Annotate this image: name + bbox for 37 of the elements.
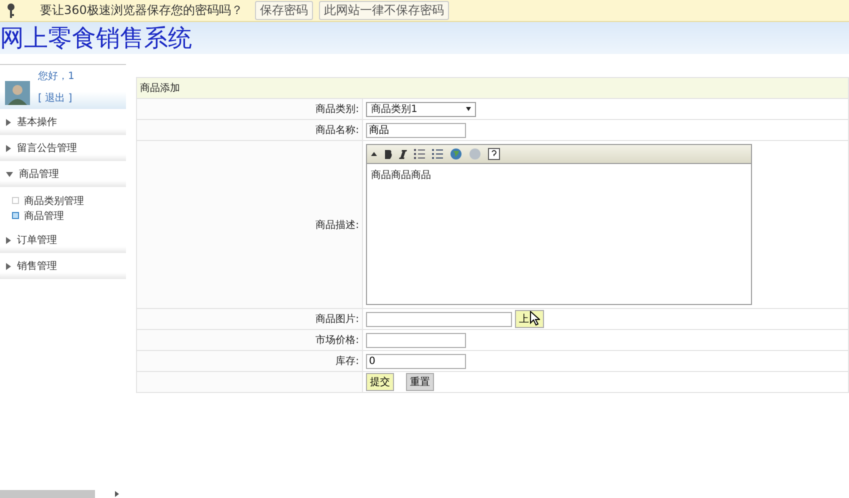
scrollbar-thumb[interactable]	[0, 490, 95, 498]
editor-text: 商品商品商品	[370, 168, 432, 183]
field-label: 商品描述:	[136, 140, 362, 308]
scroll-right-icon[interactable]	[115, 491, 119, 497]
globe-link-icon[interactable]	[450, 148, 462, 160]
user-greeting: 您好，1	[38, 70, 76, 83]
sidebar-subitem[interactable]: 商品类别管理	[0, 193, 126, 208]
password-button[interactable]: 此网站一律不保存密码	[318, 1, 449, 20]
field-label: 商品图片:	[136, 308, 362, 330]
password-button[interactable]: 保存密码	[254, 1, 313, 20]
italic-icon[interactable]	[399, 150, 407, 158]
numbered-list-icon[interactable]	[414, 149, 425, 159]
key-icon	[6, 2, 16, 18]
site-title: 网上零食销售系统	[0, 23, 192, 54]
cursor-icon	[530, 311, 540, 326]
collapse-icon[interactable]	[371, 152, 377, 156]
file-path-field[interactable]	[366, 312, 512, 327]
field-label: 商品名称:	[136, 120, 362, 140]
form-title: 商品添加	[136, 78, 848, 98]
reset-button[interactable]: 重置	[406, 373, 434, 391]
logout-link[interactable]: [ 退出 ]	[38, 91, 126, 105]
bullet-list-icon[interactable]	[432, 149, 443, 159]
help-icon[interactable]	[488, 148, 500, 160]
field-label: 库存:	[136, 350, 362, 372]
text-field[interactable]: 0	[366, 354, 466, 368]
text-field[interactable]	[366, 332, 466, 348]
category-select[interactable]: 商品类别1	[366, 102, 476, 116]
submit-button[interactable]: 提交	[366, 373, 394, 391]
bold-icon[interactable]	[384, 150, 392, 158]
sidebar-subitem[interactable]: 商品管理	[0, 208, 126, 223]
text-field[interactable]: 商品	[366, 122, 466, 138]
rich-text-editor[interactable]: 商品商品商品	[366, 144, 752, 305]
dropdown-icon	[466, 107, 471, 111]
field-label: 商品类别:	[136, 98, 362, 120]
save-password-prompt: 要让360极速浏览器保存您的密码吗？	[40, 2, 243, 19]
field-label: 市场价格:	[136, 330, 362, 350]
avatar-icon	[5, 81, 30, 105]
